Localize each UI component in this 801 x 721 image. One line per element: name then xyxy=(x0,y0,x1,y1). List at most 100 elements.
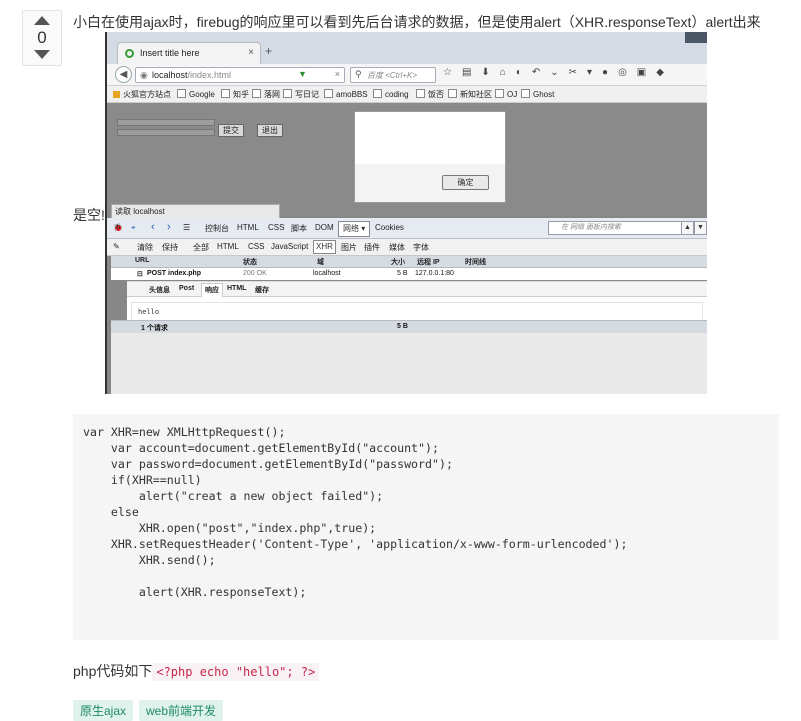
tag-native-ajax[interactable]: 原生ajax xyxy=(73,700,134,721)
tab-dom[interactable]: DOM xyxy=(315,223,334,232)
alert-dialog: 确定 xyxy=(354,111,506,203)
filter-images[interactable]: 图片 xyxy=(341,242,357,253)
password-input[interactable] xyxy=(117,129,215,136)
tab-script[interactable]: 脚本 xyxy=(291,223,307,234)
window-control[interactable] xyxy=(685,32,707,43)
page-content-dimmed: 提交 退出 确定 xyxy=(107,103,707,216)
search-icon: ⚲ xyxy=(355,69,362,79)
browser-search-box[interactable]: ⚲ 百度 <Ctrl+K> xyxy=(350,67,436,83)
browser-tab[interactable]: Insert title here × xyxy=(117,42,261,65)
logout-button[interactable]: 退出 xyxy=(257,124,283,137)
clear-button[interactable]: 清除 xyxy=(137,242,153,253)
tab-post[interactable]: Post xyxy=(179,285,194,292)
clear-url-icon[interactable]: × xyxy=(335,69,340,79)
bookmark-item[interactable]: 新知社区 xyxy=(448,89,492,100)
firebug-toolbar: 🐞 ⌖ ‹ › ☰ 控制台 HTML CSS 脚本 DOM 网络 ▾ Cooki… xyxy=(107,218,707,239)
bookmark-item[interactable]: 落网 xyxy=(252,89,280,100)
filter-css[interactable]: CSS xyxy=(248,242,264,251)
question-text-continued: 是空! xyxy=(73,207,105,223)
network-empty-area xyxy=(111,333,707,394)
php-code-label: php代码如下 xyxy=(73,663,153,679)
network-summary-row: 1 个请求 5 B xyxy=(111,320,707,333)
filter-plugins[interactable]: 插件 xyxy=(364,242,380,253)
column-size[interactable]: 大小 xyxy=(391,257,405,267)
request-url: POST index.php xyxy=(147,270,202,277)
bookmark-item[interactable]: 知乎 xyxy=(221,89,249,100)
search-placeholder: 百度 <Ctrl+K> xyxy=(367,71,418,80)
new-tab-icon[interactable]: + xyxy=(265,44,272,58)
forward-panel-icon[interactable]: › xyxy=(167,221,171,233)
column-status[interactable]: 状态 xyxy=(243,257,257,267)
question-text: 小白在使用ajax时，firebug的响应里可以看到先后台请求的数据，但是使用a… xyxy=(73,14,761,30)
filter-all[interactable]: 全部 xyxy=(193,242,209,253)
back-panel-icon[interactable]: ‹ xyxy=(151,221,155,233)
alert-message-area xyxy=(355,112,505,164)
back-icon[interactable]: ◀ xyxy=(115,66,132,83)
tab-cookies[interactable]: Cookies xyxy=(375,223,404,232)
bookmark-item[interactable]: amoBBS xyxy=(324,89,368,99)
firefox-icon xyxy=(125,49,134,58)
tag-web-frontend[interactable]: web前端开发 xyxy=(139,700,224,721)
tab-response[interactable]: 响应 xyxy=(201,283,223,297)
bookmarks-bar: 火狐官方站点 Google 知乎 落网 写日记 amoBBS coding 饭否… xyxy=(107,86,707,103)
bookmark-item[interactable]: Ghost xyxy=(521,89,554,99)
tag-list: 原生ajax web前端开发 xyxy=(73,700,229,721)
tab-console[interactable]: 控制台 xyxy=(205,223,229,234)
php-code-line: php代码如下 <?php echo "hello"; ?> xyxy=(73,661,320,681)
expand-icon[interactable]: ⊟ xyxy=(137,270,143,278)
chevron-down-icon[interactable]: ▼ xyxy=(694,221,707,235)
url-bar[interactable]: ◉ localhost/index.html ▼ × xyxy=(135,67,345,83)
filter-media[interactable]: 媒体 xyxy=(389,242,405,253)
code-block: var XHR=new XMLHttpRequest(); var accoun… xyxy=(73,414,779,640)
column-domain[interactable]: 域 xyxy=(317,257,324,267)
tab-css[interactable]: CSS xyxy=(268,223,284,232)
submit-button[interactable]: 提交 xyxy=(218,124,244,137)
bookmark-item[interactable]: 写日记 xyxy=(283,89,319,100)
close-tab-icon[interactable]: × xyxy=(248,47,254,58)
toolbar-icons[interactable]: ☆▤⬇⌂◐↶⌄✂▾●◎▣◆ xyxy=(443,67,674,78)
tab-html[interactable]: HTML xyxy=(237,223,259,232)
firebug-icon[interactable]: 🐞 xyxy=(113,223,123,232)
summary-total-size: 5 B xyxy=(397,323,408,330)
filter-js[interactable]: JavaScript xyxy=(271,242,308,251)
column-remote-ip[interactable]: 远程 IP xyxy=(417,257,440,267)
firebug-filter-bar: ✎ 清除 保持 全部 HTML CSS JavaScript XHR 图片 插件… xyxy=(107,239,707,256)
bookmark-item[interactable]: 火狐官方站点 xyxy=(113,89,171,100)
upvote-arrow-icon[interactable] xyxy=(34,16,50,25)
tab-headers[interactable]: 头信息 xyxy=(149,285,170,295)
column-url[interactable]: URL xyxy=(135,257,149,264)
embedded-screenshot: Insert title here × + ◀ ◉ localhost/inde… xyxy=(105,32,707,394)
code-content: var XHR=new XMLHttpRequest(); var accoun… xyxy=(83,425,628,599)
tab-network[interactable]: 网络 ▾ xyxy=(338,221,371,237)
browser-nav-bar: ◀ ◉ localhost/index.html ▼ × ⚲ 百度 <Ctrl+… xyxy=(107,64,707,86)
chevron-up-icon[interactable]: ▲ xyxy=(681,221,694,235)
bookmark-item[interactable]: Google xyxy=(177,89,215,99)
tab-detail-html[interactable]: HTML xyxy=(227,285,246,292)
filter-xhr[interactable]: XHR xyxy=(313,240,336,254)
bookmark-item[interactable]: 饭否 xyxy=(416,89,444,100)
request-status: 200 OK xyxy=(243,270,267,277)
persist-button[interactable]: 保持 xyxy=(162,242,178,253)
table-row[interactable]: ⊟ POST index.php 200 OK localhost 5 B 12… xyxy=(111,268,707,280)
request-size: 5 B xyxy=(397,270,408,277)
tab-cache[interactable]: 缓存 xyxy=(255,285,269,295)
request-domain: localhost xyxy=(313,270,341,277)
bookmark-item[interactable]: coding xyxy=(373,89,409,99)
downvote-arrow-icon[interactable] xyxy=(34,50,50,59)
filter-html[interactable]: HTML xyxy=(217,242,239,251)
detail-tabs: 头信息 Post 响应 HTML 缓存 xyxy=(127,282,707,297)
browser-tab-bar: Insert title here × + xyxy=(107,32,707,65)
network-table-header: URL 状态 域 大小 远程 IP 时间线 xyxy=(111,256,707,268)
account-input[interactable] xyxy=(117,119,215,126)
firebug-search-input[interactable]: 在 网络 面板内搜索 xyxy=(548,221,690,235)
firefox-bookmark-icon xyxy=(113,91,120,98)
command-line-icon[interactable]: ☰ xyxy=(183,223,190,232)
alert-ok-button[interactable]: 确定 xyxy=(442,175,489,190)
column-timeline[interactable]: 时间线 xyxy=(465,257,486,267)
shield-icon: ▼ xyxy=(298,69,307,79)
filter-fonts[interactable]: 字体 xyxy=(413,242,429,253)
bookmark-item[interactable]: OJ xyxy=(495,89,517,99)
inspect-icon[interactable]: ⌖ xyxy=(131,223,136,233)
browser-status-bar: 读取 localhost xyxy=(111,204,280,219)
broom-icon[interactable]: ✎ xyxy=(113,242,120,251)
